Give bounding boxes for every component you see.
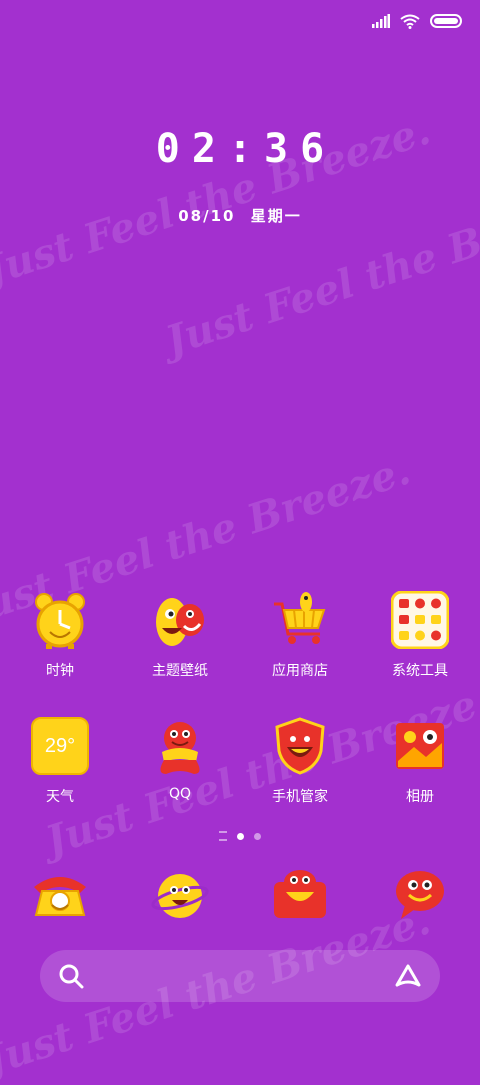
phone-icon: [28, 862, 92, 926]
battery-icon: [430, 14, 462, 28]
app-label: 系统工具: [392, 663, 448, 679]
theme-wallpaper-icon: [148, 588, 212, 652]
search-bar[interactable]: [40, 950, 440, 1002]
dock-camera[interactable]: [240, 862, 360, 926]
clock-minutes: 36: [264, 126, 337, 172]
app-label: 相册: [406, 789, 434, 805]
clock-separator: :: [227, 126, 265, 172]
app-system-tools[interactable]: 系统工具: [360, 588, 480, 680]
app-label: 应用商店: [272, 663, 328, 679]
app-qq[interactable]: QQ: [120, 714, 240, 806]
dock-messages[interactable]: [360, 862, 480, 926]
app-phone-manager[interactable]: 手机管家: [240, 714, 360, 806]
assistant-icon[interactable]: [394, 963, 422, 989]
app-store[interactable]: 应用商店: [240, 588, 360, 680]
dock-phone[interactable]: [0, 862, 120, 926]
search-icon[interactable]: [58, 963, 84, 989]
app-clock[interactable]: 时钟: [0, 588, 120, 680]
tools-folder-icon: [388, 588, 452, 652]
alarm-clock-icon: [28, 588, 92, 652]
weather-icon: 29°: [28, 714, 92, 778]
shield-icon: [268, 714, 332, 778]
app-label: 主题壁纸: [152, 663, 208, 679]
browser-planet-icon: [148, 862, 212, 926]
messages-icon: [388, 862, 452, 926]
app-row-2: 29° 天气 QQ 手机管家 相册: [0, 714, 480, 806]
app-label: 时钟: [46, 663, 74, 679]
lockscreen-clock: 02:36: [0, 126, 480, 172]
page-dot: [254, 832, 261, 840]
app-weather[interactable]: 29° 天气: [0, 714, 120, 806]
signal-bars-icon: [372, 14, 390, 28]
dock: [0, 862, 480, 926]
gallery-icon: [388, 714, 452, 778]
camera-icon: [268, 862, 332, 926]
shopping-cart-icon: [268, 588, 332, 652]
dock-browser[interactable]: [120, 862, 240, 926]
app-theme-wallpaper[interactable]: 主题壁纸: [120, 588, 240, 680]
wifi-icon: [400, 14, 420, 29]
lockscreen-date: 08/10 星期一: [0, 205, 480, 226]
app-label: 手机管家: [272, 789, 328, 805]
app-label: 天气: [46, 789, 74, 805]
app-label: QQ: [168, 786, 192, 802]
clock-hours: 02: [155, 126, 228, 172]
date-text: 08/10: [178, 207, 236, 225]
app-gallery[interactable]: 相册: [360, 714, 480, 806]
app-row-1: 时钟 主题壁纸 应用商店 系统工具: [0, 588, 480, 680]
page-indicator-list-icon: [219, 831, 227, 841]
page-dot-current: [237, 832, 244, 840]
qq-icon: [148, 714, 212, 778]
weather-temperature: 29°: [31, 717, 89, 775]
status-bar: [372, 10, 462, 32]
weekday-text: 星期一: [250, 207, 302, 225]
page-indicator[interactable]: [0, 831, 480, 841]
